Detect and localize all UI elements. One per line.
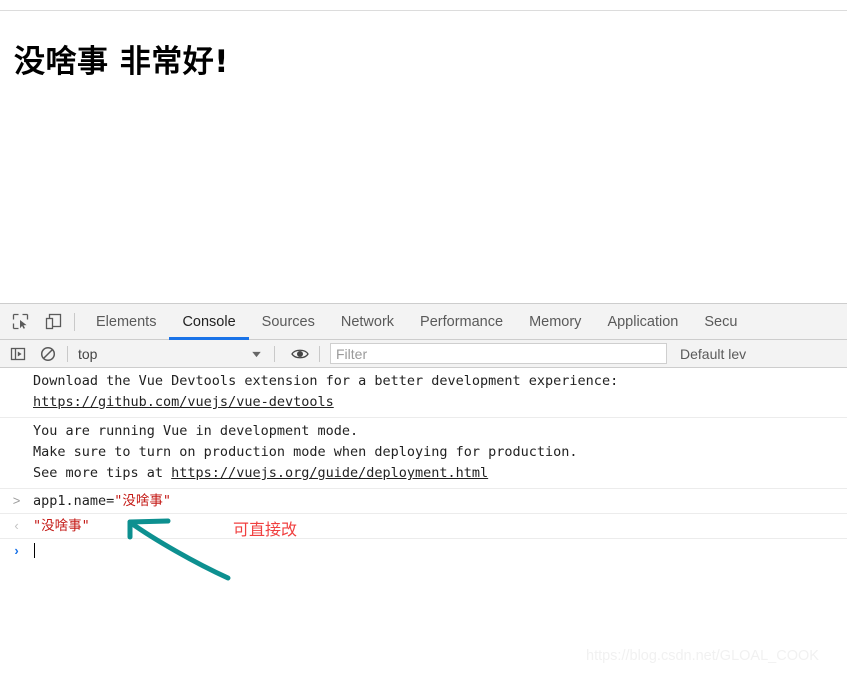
console-new-prompt-row[interactable]: ›	[0, 539, 847, 563]
devtools-panel: Elements Console Sources Network Perform…	[0, 303, 847, 678]
devtools-tabstrip: Elements Console Sources Network Perform…	[0, 304, 847, 340]
console-message: Download the Vue Devtools extension for …	[0, 368, 847, 418]
tab-elements[interactable]: Elements	[83, 304, 169, 340]
console-message-line: Make sure to turn on production mode whe…	[33, 444, 578, 460]
log-level-select[interactable]: Default lev	[680, 346, 746, 362]
console-toolbar-divider-3	[319, 345, 320, 362]
execution-context-select[interactable]: top ▼	[75, 343, 267, 365]
console-toolbar: top ▼ Default lev	[0, 340, 847, 368]
annotation-note: 可直接改	[233, 520, 298, 539]
console-input-row[interactable]: > app1.name="没啥事"	[0, 489, 847, 514]
tab-network[interactable]: Network	[328, 304, 407, 340]
text-caret	[34, 543, 35, 558]
console-message-line: https://github.com/vuejs/vue-devtools	[0, 392, 847, 413]
chevron-down-icon: ▼	[249, 348, 264, 359]
device-toolbar-icon[interactable]	[40, 309, 66, 335]
live-expression-icon[interactable]	[288, 343, 312, 365]
console-toolbar-divider-2	[274, 345, 275, 362]
clear-console-icon[interactable]	[36, 343, 60, 365]
console-toolbar-divider-1	[67, 345, 68, 362]
console-result-row: ‹ "没啥事"	[0, 514, 847, 539]
console-sidebar-icon[interactable]	[6, 343, 30, 365]
expression-string-literal: "没啥事"	[114, 493, 172, 509]
tab-sources[interactable]: Sources	[249, 304, 328, 340]
vue-devtools-link[interactable]: https://github.com/vuejs/vue-devtools	[33, 394, 334, 410]
tab-console[interactable]: Console	[169, 304, 249, 340]
expression-text: app1.name=	[33, 493, 115, 509]
tab-security[interactable]: Secu	[691, 304, 750, 340]
vue-deployment-link[interactable]: https://vuejs.org/guide/deployment.html	[171, 465, 488, 481]
console-prompt-input[interactable]	[33, 540, 35, 562]
console-message-line: Download the Vue Devtools extension for …	[33, 373, 619, 389]
execution-context-label: top	[78, 345, 98, 362]
tab-application[interactable]: Application	[594, 304, 691, 340]
console-message: You are running Vue in development mode.…	[0, 418, 847, 489]
console-message-text: See more tips at	[33, 465, 172, 481]
console-result-value: "没啥事"	[33, 518, 90, 534]
console-message-line: You are running Vue in development mode.	[33, 423, 359, 439]
toolbar-divider	[74, 312, 75, 331]
inspect-element-icon[interactable]	[7, 309, 33, 335]
filter-input[interactable]	[330, 343, 667, 364]
watermark: https://blog.csdn.net/GLOAL_COOK	[586, 648, 819, 664]
result-prompt-icon: ‹	[14, 518, 19, 533]
page-title: 没啥事 非常好!	[14, 44, 229, 80]
input-prompt-icon: >	[12, 493, 21, 508]
console-output[interactable]: Download the Vue Devtools extension for …	[0, 368, 847, 677]
page-top-divider	[0, 10, 847, 11]
new-prompt-icon: ›	[14, 543, 19, 558]
web-page-viewport: 没啥事 非常好!	[0, 0, 847, 303]
console-input-expression: app1.name="没啥事"	[33, 490, 171, 512]
tab-memory[interactable]: Memory	[516, 304, 594, 340]
console-message-line: See more tips at https://vuejs.org/guide…	[0, 463, 847, 484]
tab-performance[interactable]: Performance	[407, 304, 516, 340]
